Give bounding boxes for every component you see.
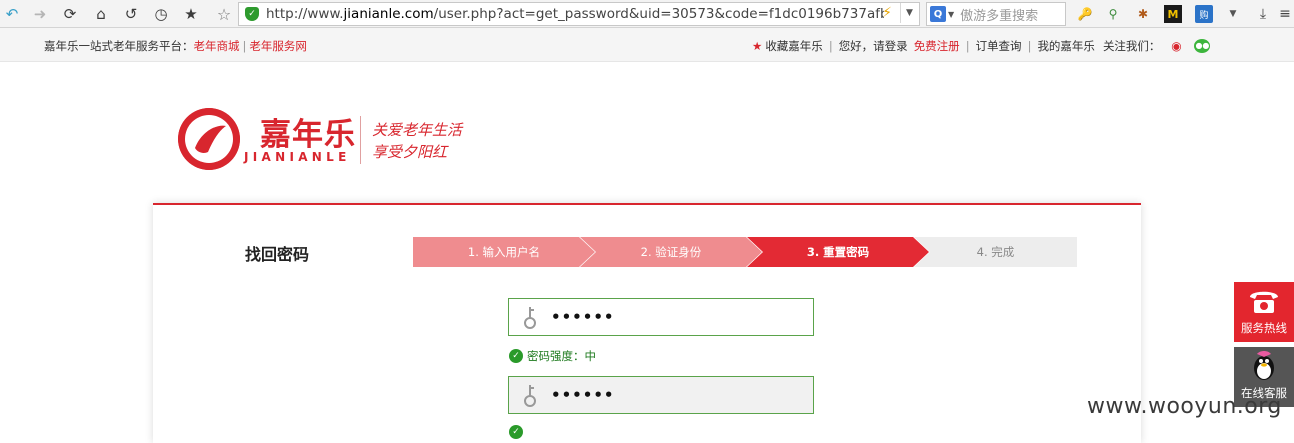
site-topbar: 嘉年乐一站式老年服务平台：老年商城 | 老年服务网 ★ 收藏嘉年乐 | 您好，请登录… — [0, 28, 1294, 62]
follow-us-label: 关注我们： — [1102, 39, 1161, 53]
platform-intro-text: 嘉年乐一站式老年服务平台： — [44, 39, 194, 53]
valid-check-icon: ✓ — [509, 349, 523, 363]
logo-mark-icon — [178, 108, 240, 170]
key-icon — [524, 307, 536, 329]
service-hotline-button[interactable]: 服务热线 — [1234, 282, 1294, 342]
telephone-icon — [1234, 282, 1294, 320]
wechat-icon[interactable]: ●● — [1194, 39, 1211, 53]
link-order-query[interactable]: 订单查询 — [976, 38, 1022, 54]
qq-penguin-icon — [1234, 347, 1294, 385]
step-label: 4. 完成 — [976, 245, 1015, 259]
history-icon[interactable]: ◷ — [151, 4, 171, 24]
forward-icon[interactable]: ➜ — [30, 4, 50, 24]
home-icon[interactable]: ⌂ — [91, 4, 111, 24]
key-icon[interactable]: 🔑 — [1076, 5, 1094, 23]
progress-steps: 1. 输入用户名 2. 验证身份 3. 重置密码 4. 完成 — [413, 237, 1077, 267]
logo-slogan: 关爱老年生活 享受夕阳红 — [372, 119, 462, 163]
m-extension-icon[interactable]: M — [1164, 5, 1182, 23]
step-reset-password: 3. 重置密码 — [747, 237, 929, 267]
watermark: www.wooyun.org — [1087, 394, 1282, 419]
password-strength: ✓ 密码强度：中 — [509, 348, 596, 364]
bolt-icon[interactable]: ⚡ — [877, 3, 897, 23]
logo-divider — [360, 116, 361, 164]
separator: | — [242, 39, 247, 53]
confirm-password-field[interactable]: •••••• — [508, 376, 814, 414]
new-password-field[interactable]: •••••• — [508, 298, 814, 336]
weibo-icon[interactable]: ◉ — [1168, 39, 1184, 53]
secure-shield-icon: ✓ — [245, 7, 259, 21]
link-favorite[interactable]: 收藏嘉年乐 — [765, 38, 823, 54]
key-icon — [524, 385, 536, 407]
step-label: 1. 输入用户名 — [467, 245, 541, 259]
url-text[interactable]: http://www.jianianle.com/user.php?act=ge… — [266, 6, 884, 22]
reset-password-panel: 找回密码 1. 输入用户名 2. 验证身份 3. 重置密码 4. 完成 ••••… — [153, 203, 1141, 443]
sniffer-icon[interactable]: ⚲ — [1104, 5, 1122, 23]
undo-icon[interactable]: ↺ — [121, 4, 141, 24]
slogan-line-1: 关爱老年生活 — [372, 121, 463, 139]
bookmark-star-icon[interactable]: ★ — [181, 4, 201, 24]
logo-brand-en: JIANIANLE — [244, 150, 351, 164]
confirm-password-hint: ✓ — [509, 425, 527, 439]
link-senior-service[interactable]: 老年服务网 — [249, 39, 307, 53]
address-bar[interactable]: ✓ http://www.jianianle.com/user.php?act=… — [238, 2, 920, 26]
link-register[interactable]: 免费注册 — [914, 38, 960, 54]
url-host: jianianle.com — [343, 6, 434, 22]
step-enter-username: 1. 输入用户名 — [413, 237, 595, 267]
search-engine-caret-icon[interactable]: ▼ — [948, 10, 954, 19]
page-title: 找回密码 — [245, 245, 310, 264]
valid-check-icon: ✓ — [509, 425, 523, 439]
search-engine-icon[interactable]: Q — [930, 6, 946, 22]
url-path: /user.php?act=get_password&uid=30573&cod… — [433, 6, 884, 22]
slogan-line-2: 享受夕阳红 — [372, 143, 448, 161]
logo-brand-cn: 嘉年乐 — [260, 117, 356, 153]
back-icon[interactable]: ↶ — [2, 4, 22, 24]
hotline-label: 服务热线 — [1241, 321, 1287, 335]
separator: | — [1027, 39, 1032, 53]
link-senior-mall[interactable]: 老年商城 — [194, 39, 240, 53]
step-complete: 4. 完成 — [914, 237, 1077, 267]
url-prefix: http://www. — [266, 6, 344, 22]
separator: | — [828, 39, 833, 53]
extension-dropdown-icon[interactable]: ▼ — [1224, 5, 1242, 23]
step-label: 3. 重置密码 — [806, 245, 870, 259]
menu-icon[interactable]: ≡ — [1276, 5, 1294, 23]
shopping-extension-icon[interactable]: 购 — [1195, 5, 1213, 23]
browser-toolbar: ➜ ↶ ⟳ ⌂ ↺ ◷ ★ ☆ ✓ http://www.jianianle.c… — [0, 0, 1294, 28]
platform-intro: 嘉年乐一站式老年服务平台：老年商城 | 老年服务网 — [44, 38, 307, 54]
reload-icon[interactable]: ⟳ — [60, 4, 80, 24]
new-password-value: •••••• — [551, 308, 615, 326]
address-dropdown-icon[interactable]: ▼ — [900, 3, 918, 23]
confirm-password-value: •••••• — [551, 386, 615, 404]
step-label: 2. 验证身份 — [640, 245, 702, 259]
add-favorite-icon[interactable]: ☆ — [214, 4, 234, 24]
step-verify-identity: 2. 验证身份 — [580, 237, 762, 267]
password-strength-text: 密码强度：中 — [527, 349, 596, 363]
search-box[interactable]: Q ▼ 傲游多重搜索 — [926, 2, 1066, 26]
download-icon[interactable]: ⤓ — [1254, 5, 1272, 23]
separator: | — [965, 39, 970, 53]
account-links: ★ 收藏嘉年乐 | 您好，请登录 免费注册 | 订单查询 | 我的嘉年乐 关注我… — [752, 38, 1211, 54]
search-placeholder[interactable]: 傲游多重搜索 — [960, 5, 1038, 24]
link-login[interactable]: 您好，请登录 — [839, 38, 908, 54]
bug-icon[interactable]: ✱ — [1134, 5, 1152, 23]
site-logo[interactable]: 嘉年乐 JIANIANLE 关爱老年生活 享受夕阳红 — [178, 106, 498, 170]
favorite-star-icon: ★ — [752, 39, 763, 53]
link-my-account[interactable]: 我的嘉年乐 — [1037, 38, 1095, 54]
